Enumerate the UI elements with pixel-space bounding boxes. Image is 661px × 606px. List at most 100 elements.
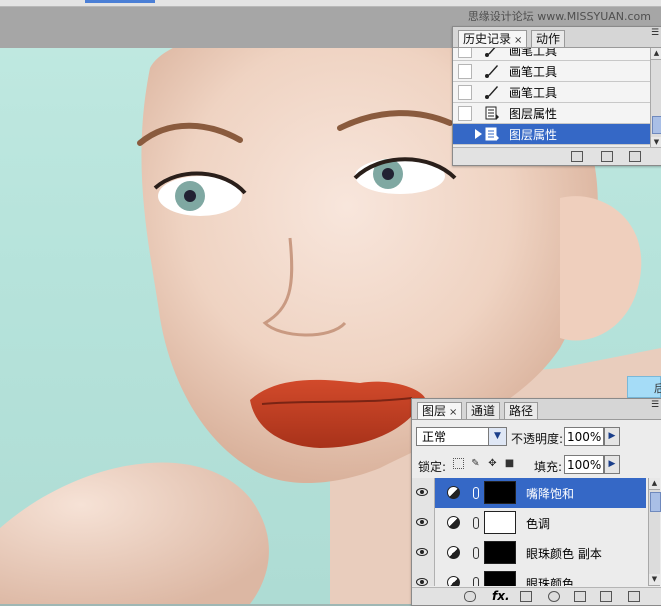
layers-panel: 图层 × 通道 路径 ☰ 正常 ▼ 不透明度: 100% ▶ 锁定: ✎ ✥ ■ … [411, 398, 661, 606]
panel-menu-icon[interactable]: ☰ [650, 401, 660, 410]
blend-row: 正常 ▼ 不透明度: 100% ▶ [412, 425, 661, 451]
tab-actions[interactable]: 动作 [531, 30, 566, 47]
layers-scrollbar[interactable]: ▲ ▼ [648, 478, 661, 586]
layer-mask-thumbnail[interactable] [484, 541, 516, 564]
history-row-label: 图层属性 [509, 107, 558, 121]
layers-footer: fx. [412, 587, 661, 605]
adjustment-layer-menu-icon[interactable] [548, 591, 560, 602]
close-icon[interactable]: × [449, 407, 457, 418]
adjustment-layer-icon [447, 516, 460, 529]
fill-value: 100% [567, 458, 602, 472]
adjustment-layer-icon [447, 576, 460, 586]
history-snapshot-checkbox[interactable] [458, 127, 472, 142]
tab-layers[interactable]: 图层 × [417, 402, 463, 419]
lock-all-icon[interactable]: ■ [504, 458, 515, 469]
lock-row: 锁定: ✎ ✥ ■ 填充: 100% ▶ [412, 453, 661, 479]
link-chain-icon[interactable] [473, 547, 479, 559]
history-row[interactable]: 画笔工具 [453, 61, 651, 82]
close-icon[interactable]: × [514, 35, 522, 46]
tab-channels-label: 通道 [471, 404, 496, 418]
brush-icon [485, 86, 498, 99]
scroll-thumb[interactable] [652, 116, 661, 134]
opacity-value: 100% [567, 430, 602, 444]
link-chain-icon[interactable] [473, 517, 479, 529]
new-document-from-state-icon[interactable] [571, 151, 583, 162]
lock-move-icon[interactable]: ✥ [487, 458, 498, 469]
history-row-label: 画笔工具 [509, 48, 558, 58]
new-layer-icon[interactable] [600, 591, 612, 602]
side-panel-swatch[interactable]: 后 [627, 376, 661, 398]
layer-style-fx-icon[interactable]: fx. [492, 589, 510, 603]
history-snapshot-checkbox[interactable] [458, 85, 472, 100]
eye-icon[interactable] [412, 478, 435, 508]
history-panel-tabs: 历史记录 × 动作 ☰ [453, 27, 661, 48]
blend-mode-value: 正常 [422, 430, 447, 444]
blend-mode-select[interactable]: 正常 ▼ [416, 427, 507, 446]
layer-row[interactable]: 眼珠颜色 副本 [412, 538, 646, 569]
eye-icon[interactable] [412, 538, 435, 568]
lock-brush-icon[interactable]: ✎ [470, 458, 481, 469]
history-list: 画笔工具 画笔工具 画笔工具 图层属性 图层属性 [453, 48, 651, 148]
history-row-label: 画笔工具 [509, 86, 558, 100]
eye-icon[interactable] [412, 568, 435, 586]
history-row[interactable]: 画笔工具 [453, 82, 651, 103]
tab-history[interactable]: 历史记录 × [458, 30, 528, 47]
watermark-text: 思缘设计论坛 www.MISSYUAN.com [467, 10, 651, 23]
link-chain-icon[interactable] [473, 487, 479, 499]
layer-row-selected[interactable]: 嘴降饱和 [412, 478, 646, 509]
layer-name: 色调 [526, 517, 551, 531]
history-row[interactable]: 图层属性 [453, 103, 651, 124]
trash-icon[interactable] [628, 591, 640, 602]
layer-row[interactable]: 眼珠颜色 [412, 568, 646, 586]
history-row-selected[interactable]: 图层属性 [453, 124, 651, 145]
fill-label: 填充: [534, 460, 563, 474]
history-scrollbar[interactable]: ▲ ▼ [650, 48, 661, 149]
layer-name: 眼珠颜色 [526, 577, 575, 586]
adjustment-layer-icon [447, 546, 460, 559]
eye-icon[interactable] [412, 508, 435, 538]
new-group-folder-icon[interactable] [574, 591, 586, 602]
opacity-slider-arrow-icon[interactable]: ▶ [604, 427, 620, 446]
lock-transparency-icon[interactable] [453, 458, 464, 469]
layer-mask-thumbnail[interactable] [484, 571, 516, 586]
scroll-up-icon[interactable]: ▲ [651, 48, 661, 60]
brush-icon [485, 48, 496, 57]
layer-mask-thumbnail[interactable] [484, 481, 516, 504]
trash-icon[interactable] [629, 151, 641, 162]
history-row-label: 画笔工具 [509, 65, 558, 79]
history-snapshot-checkbox[interactable] [458, 64, 472, 79]
history-footer [453, 147, 661, 165]
layer-name: 眼珠颜色 副本 [526, 547, 602, 561]
side-panel-label: 后 [654, 382, 661, 395]
add-mask-icon[interactable] [520, 591, 532, 602]
snapshot-camera-icon[interactable] [601, 151, 613, 162]
scroll-down-icon[interactable]: ▼ [649, 574, 660, 586]
opacity-label: 不透明度: [511, 432, 564, 446]
panel-menu-icon[interactable]: ☰ [650, 29, 660, 38]
layer-row[interactable]: 色调 [412, 508, 646, 539]
tab-accent [85, 0, 155, 3]
layer-mask-thumbnail[interactable] [484, 511, 516, 534]
opacity-input[interactable]: 100% [564, 427, 604, 446]
link-layers-icon[interactable] [464, 591, 476, 602]
lock-label: 锁定: [418, 460, 447, 474]
history-panel: 历史记录 × 动作 ☰ 画笔工具 画笔工具 画笔工具 图层属性 图层属性 ▲ ▼ [452, 26, 661, 166]
scroll-thumb[interactable] [650, 492, 661, 512]
fill-slider-arrow-icon[interactable]: ▶ [604, 455, 620, 474]
fill-input[interactable]: 100% [564, 455, 604, 474]
brush-icon [485, 65, 498, 78]
link-chain-icon[interactable] [473, 577, 479, 586]
tab-channels[interactable]: 通道 [466, 402, 501, 419]
layer-name: 嘴降饱和 [526, 487, 575, 501]
scroll-up-icon[interactable]: ▲ [649, 478, 660, 490]
history-snapshot-checkbox[interactable] [458, 106, 472, 121]
layers-panel-tabs: 图层 × 通道 路径 ☰ [412, 399, 661, 420]
chevron-down-icon[interactable]: ▼ [488, 428, 506, 445]
layers-list: 嘴降饱和 色调 眼珠颜色 副本 眼珠颜色 [412, 478, 648, 586]
history-state-arrow-icon [475, 129, 482, 139]
tab-paths[interactable]: 路径 [504, 402, 539, 419]
tab-paths-label: 路径 [509, 404, 534, 418]
history-row[interactable]: 画笔工具 [453, 48, 651, 61]
history-row-label: 图层属性 [509, 128, 558, 142]
history-snapshot-checkbox[interactable] [458, 48, 472, 58]
